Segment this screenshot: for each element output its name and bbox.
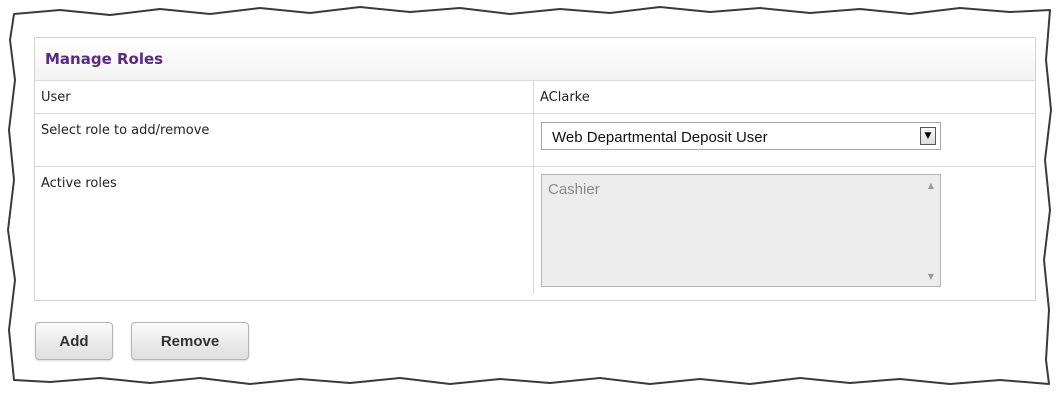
- role-select-value: Web Departmental Deposit User: [552, 129, 768, 146]
- panel-header: Manage Roles: [35, 38, 1035, 81]
- screenshot-canvas: Manage Roles User AClarke Select role to…: [0, 0, 1061, 394]
- user-label: User: [41, 90, 71, 105]
- user-label-cell: User: [35, 81, 534, 114]
- manage-roles-panel: Manage Roles User AClarke Select role to…: [34, 37, 1036, 301]
- role-select-label: Select role to add/remove: [41, 123, 210, 138]
- active-role-item[interactable]: Cashier: [548, 181, 600, 198]
- active-roles-cell: Cashier ▲ ▼: [533, 166, 1036, 294]
- user-value-cell: AClarke: [534, 81, 1037, 114]
- active-roles-row: Active roles Cashier ▲ ▼: [35, 166, 1036, 294]
- roles-form-table: User AClarke Select role to add/remove W…: [35, 81, 1036, 294]
- active-label-cell: Active roles: [35, 166, 534, 294]
- active-roles-label: Active roles: [41, 176, 117, 191]
- chevron-down-icon[interactable]: ▼: [920, 127, 936, 145]
- user-row: User AClarke: [35, 81, 1036, 114]
- role-select-cell: Web Departmental Deposit User ▼: [533, 113, 1036, 167]
- active-roles-listbox[interactable]: Cashier ▲ ▼: [541, 174, 941, 287]
- role-select-row: Select role to add/remove Web Department…: [35, 113, 1036, 167]
- scroll-down-icon[interactable]: ▼: [928, 272, 934, 281]
- role-select-dropdown[interactable]: Web Departmental Deposit User ▼: [541, 122, 941, 150]
- add-button[interactable]: Add: [35, 322, 113, 360]
- remove-button[interactable]: Remove: [131, 322, 249, 360]
- scroll-up-icon[interactable]: ▲: [928, 181, 934, 190]
- user-value: AClarke: [540, 90, 590, 105]
- role-label-cell: Select role to add/remove: [35, 113, 534, 167]
- panel-title: Manage Roles: [45, 50, 164, 68]
